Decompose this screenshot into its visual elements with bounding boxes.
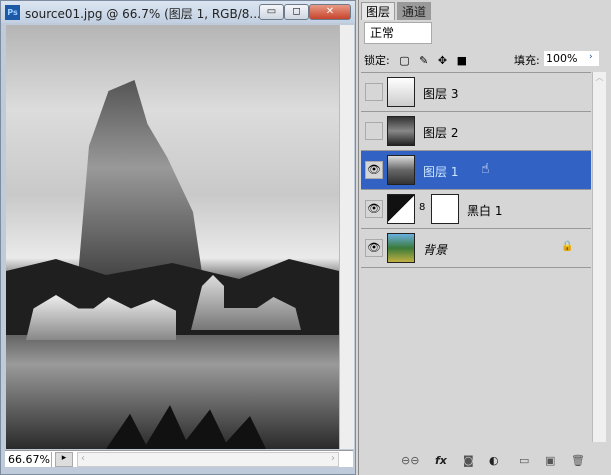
eye-icon[interactable]: 👁 [365,161,383,179]
blend-mode-select[interactable]: 正常 [364,22,432,44]
layer-name: 图层 1 [423,165,459,179]
scroll-left-icon[interactable]: ‹ [81,453,85,464]
link-layers-icon[interactable]: ⊖⊖ [401,454,419,467]
photoshop-icon: Ps [5,5,20,20]
status-bar: 66.67% ▸ ‹ › [5,450,353,467]
layer-thumbnail [387,116,415,146]
tab-layers[interactable]: 图层 [361,2,396,20]
close-button[interactable]: ✕ [309,4,351,20]
lock-move-icon[interactable]: ✥ [438,54,447,67]
trash-icon[interactable]: 🗑 [571,454,585,467]
new-layer-icon[interactable]: ▣ [545,454,555,467]
adjustment-layer-icon[interactable]: ◐ [489,454,499,467]
maximize-button[interactable]: ◻ [284,4,309,20]
layer-name: 黑白 1 [467,204,503,218]
status-menu-icon[interactable]: ▸ [55,452,73,467]
layer-row[interactable]: 👁 8 黑白 1 [361,190,591,229]
horizontal-scrollbar[interactable]: ‹ › [77,452,339,467]
document-title: source01.jpg @ 66.7% (图层 1, RGB/8... [25,7,261,21]
layer-row-selected[interactable]: 👁 图层 1 ☝ [361,151,591,190]
layer-name: 图层 2 [423,126,459,140]
panel-bottom-bar: ⊖⊖ fx ◙ ◐ ▭ ▣ 🗑 [359,452,611,470]
layer-list: 图层 3 图层 2 👁 图层 1 ☝ 👁 8 黑白 1 👁 背景 🔒 [361,72,591,442]
lock-row: 锁定: ▢ ✎ ✥ ■ [364,52,473,68]
layer-row[interactable]: 图层 2 [361,112,591,151]
layer-thumbnail [387,155,415,185]
fill-label: 填充: [514,54,540,67]
minimize-button[interactable]: ▭ [259,4,284,20]
tab-channels[interactable]: 通道 [397,2,432,20]
layer-thumbnail [387,77,415,107]
layer-name: 背景 [423,243,448,257]
layer-name: 图层 3 [423,87,459,101]
layers-panel: 图层 通道 正常 锁定: ▢ ✎ ✥ ■ 填充: 100% › 图层 3 图层 … [358,0,611,475]
layer-thumbnail [387,233,415,263]
visibility-toggle[interactable] [365,83,383,101]
lock-icon: 🔒 [561,241,574,252]
eye-icon[interactable]: 👁 [365,200,383,218]
vertical-scrollbar[interactable] [339,25,354,449]
add-mask-icon[interactable]: ◙ [463,454,474,467]
layer-row[interactable]: 图层 3 [361,73,591,112]
chain-icon: 8 [419,202,426,213]
lock-label: 锁定: [364,54,390,67]
layer-row[interactable]: 👁 背景 🔒 [361,229,591,268]
eye-icon[interactable]: 👁 [365,239,383,257]
document-window: Ps source01.jpg @ 66.7% (图层 1, RGB/8... … [0,0,356,475]
fx-icon[interactable]: fx [435,454,447,467]
grass-image [106,405,266,449]
lock-all-icon[interactable]: ■ [457,54,467,67]
image-canvas[interactable] [6,25,339,449]
lock-paint-icon[interactable]: ✎ [419,54,428,67]
hand-cursor-icon: ☝ [481,161,490,177]
lock-transparency-icon[interactable]: ▢ [399,54,409,67]
adjustment-thumbnail [387,194,415,224]
title-bar[interactable]: Ps source01.jpg @ 66.7% (图层 1, RGB/8... … [1,1,355,23]
panel-scrollbar[interactable]: ︿ [592,72,606,442]
mask-thumbnail [431,194,459,224]
visibility-toggle[interactable] [365,122,383,140]
new-group-icon[interactable]: ▭ [519,454,529,467]
zoom-field[interactable]: 66.67% [6,452,52,467]
fill-arrow-icon[interactable]: › [589,52,593,62]
scroll-right-icon[interactable]: › [331,453,335,464]
